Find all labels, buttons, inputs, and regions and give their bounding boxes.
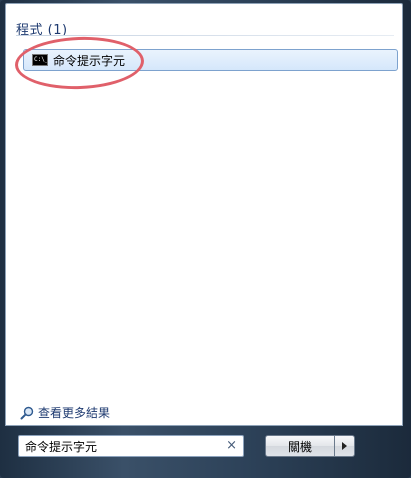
shutdown-button[interactable]: 關機 — [265, 435, 335, 457]
start-menu-frame: 程式 (1) C:\_ 命令提示字元 查看更多結果 × 關機 — [0, 0, 411, 478]
power-controls: 關機 — [265, 435, 355, 457]
search-results-panel: 程式 (1) C:\_ 命令提示字元 查看更多結果 — [5, 3, 403, 426]
command-prompt-icon: C:\_ — [32, 54, 48, 66]
result-item-command-prompt[interactable]: C:\_ 命令提示字元 — [23, 49, 398, 71]
magnifier-icon — [20, 406, 34, 419]
result-item-label: 命令提示字元 — [53, 53, 126, 68]
shutdown-options-button[interactable] — [335, 435, 355, 457]
start-menu-bottom-bar: × 關機 — [5, 426, 403, 470]
search-box: × — [18, 435, 244, 457]
see-more-results-link[interactable]: 查看更多結果 — [20, 404, 110, 421]
section-divider — [16, 35, 394, 36]
search-input[interactable] — [19, 436, 222, 456]
see-more-label: 查看更多結果 — [38, 406, 111, 420]
arrow-right-icon — [342, 442, 347, 450]
clear-search-icon[interactable]: × — [226, 438, 237, 454]
